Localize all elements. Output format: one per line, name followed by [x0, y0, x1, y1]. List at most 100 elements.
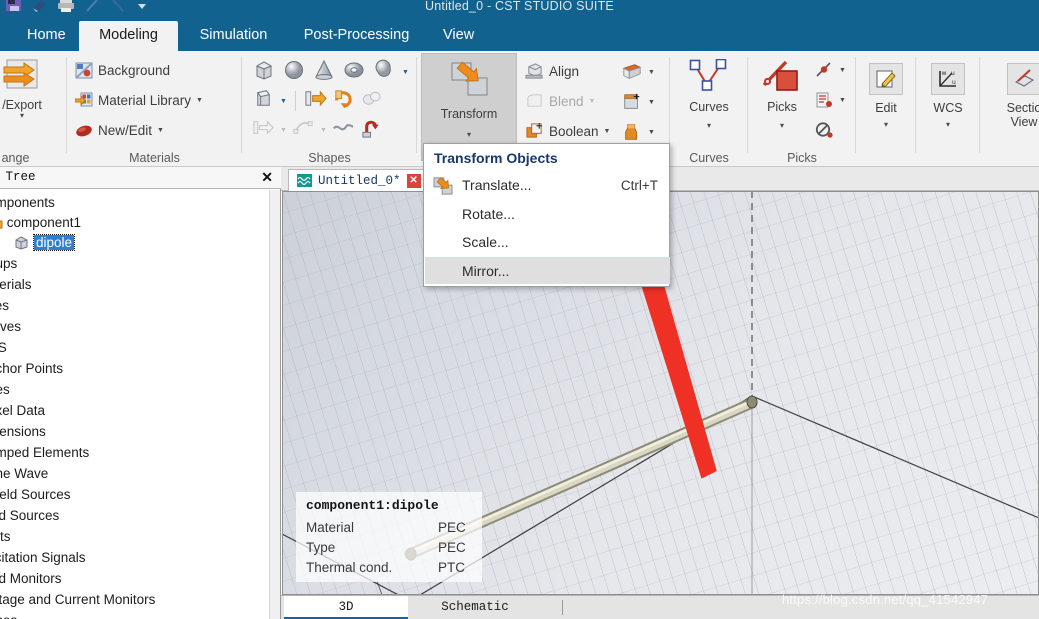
extrude-icon[interactable]: [304, 87, 327, 115]
picks-button[interactable]: Picks ▾: [752, 59, 812, 130]
tree-item-excitation-signals[interactable]: xcitation Signals: [0, 548, 86, 568]
new-edit-material-label: New/Edit: [98, 123, 153, 138]
tree-item-curves[interactable]: urves: [0, 317, 21, 337]
boolean-caret-icon[interactable]: ▼: [604, 128, 611, 135]
tree-item-lumped-elements[interactable]: umped Elements: [0, 443, 89, 463]
bend-icon[interactable]: [360, 116, 383, 144]
picks-caret-icon[interactable]: ▾: [752, 122, 812, 130]
curves-caret-icon[interactable]: ▾: [678, 122, 740, 130]
blend-icon: [525, 92, 544, 110]
close-icon[interactable]: ✕: [406, 173, 421, 188]
import-export-caret-icon[interactable]: ▾: [0, 112, 62, 120]
torus-icon[interactable]: [342, 58, 366, 87]
cylinder-caret-icon[interactable]: ▼: [280, 98, 287, 105]
solid-icon: [13, 235, 30, 256]
edit-caret-icon[interactable]: ▾: [862, 121, 910, 129]
tab-modeling[interactable]: Modeling: [79, 21, 178, 51]
tree-item-ports[interactable]: orts: [0, 527, 11, 547]
tree-item-component1[interactable]: component1: [0, 213, 81, 233]
document-tab-label: Untitled_0*: [318, 173, 401, 188]
background-label: Background: [98, 63, 171, 78]
close-icon[interactable]: ✕: [261, 169, 273, 185]
tree-item-farfield-sources[interactable]: rfield Sources: [0, 485, 71, 505]
loft-icon[interactable]: [360, 87, 383, 115]
local-modification-button[interactable]: ▼: [621, 92, 655, 112]
local-modification-caret-icon[interactable]: ▼: [648, 99, 655, 106]
tree-item-groups[interactable]: oups: [0, 254, 17, 274]
title-bar: Untitled_0 - CST STUDIO SUITE: [0, 0, 1039, 18]
wcs-caret-icon[interactable]: ▾: [922, 121, 974, 129]
tree-item-field-monitors[interactable]: eld Monitors: [0, 569, 62, 589]
tree-item-components[interactable]: omponents: [0, 193, 55, 213]
new-edit-caret-icon[interactable]: ▼: [157, 127, 164, 134]
transform-label: Transform: [440, 107, 498, 121]
tree-item-plane-wave[interactable]: ane Wave: [0, 464, 48, 484]
tree-item-probes[interactable]: obes: [0, 611, 17, 619]
tab-post-processing[interactable]: Post-Processing: [288, 21, 425, 51]
tree-item-field-sources[interactable]: eld Sources: [0, 506, 59, 526]
pick-lists-button[interactable]: ▼: [814, 91, 846, 109]
material-library-caret-icon[interactable]: ▼: [196, 97, 203, 104]
menu-item-scale[interactable]: Scale...: [425, 229, 670, 256]
document-tab-untitled[interactable]: Untitled_0* ✕: [288, 169, 430, 191]
tree-item-faces[interactable]: ces: [0, 296, 9, 316]
tab-home[interactable]: Home: [14, 21, 74, 51]
pick-point-button[interactable]: ▼: [814, 61, 846, 79]
brick-icon[interactable]: [252, 58, 276, 87]
tree-item-voxel-data[interactable]: oxel Data: [0, 401, 45, 421]
shape-tools-button[interactable]: ▼: [621, 62, 655, 82]
curves-button[interactable]: Curves ▾: [678, 59, 740, 130]
menu-item-translate[interactable]: Translate... Ctrl+T: [425, 172, 670, 199]
cone-icon[interactable]: [312, 58, 336, 87]
tab-3d[interactable]: 3D: [284, 596, 408, 619]
wire-icon[interactable]: [332, 116, 355, 144]
object-info-tooltip: component1:dipole Material PEC Type PEC Th…: [296, 492, 482, 582]
svg-text:u: u: [951, 70, 955, 77]
tree-item-wcs[interactable]: CS: [0, 338, 7, 358]
menu-item-rotate[interactable]: Rotate...: [425, 201, 670, 228]
sphere-icon[interactable]: [282, 58, 306, 87]
tree-item-dimensions[interactable]: mensions: [0, 422, 46, 442]
wcs-button[interactable]: wuu WCS ▾: [922, 63, 974, 129]
cylinder-icon[interactable]: [252, 87, 275, 115]
pick-lists-caret-icon[interactable]: ▼: [839, 97, 846, 104]
ribbon-tab-strip: Home Modeling Simulation Post-Processing…: [0, 18, 1039, 51]
material-library-button[interactable]: Material Library ▼: [75, 92, 203, 109]
rotate-shape-icon[interactable]: [332, 87, 355, 115]
boolean-button[interactable]: Boolean ▼: [525, 122, 610, 140]
clear-picks-button[interactable]: [814, 121, 834, 139]
trace-caret-icon: ▼: [319, 126, 327, 134]
edit-button[interactable]: Edit ▾: [862, 63, 910, 129]
tab-schematic[interactable]: Schematic: [408, 596, 542, 619]
shape-tools-caret-icon[interactable]: ▼: [648, 69, 655, 76]
menu-item-mirror-label: Mirror...: [462, 263, 510, 279]
transform-menu-title: Transform Objects: [434, 150, 558, 166]
navigation-tree-scrollbar[interactable]: [269, 190, 280, 619]
material-assign-caret-icon[interactable]: ▼: [648, 129, 655, 136]
tab-simulation[interactable]: Simulation: [184, 21, 283, 51]
pick-lists-icon: [814, 91, 834, 109]
pick-point-caret-icon[interactable]: ▼: [839, 67, 846, 74]
new-edit-material-button[interactable]: New/Edit ▼: [75, 122, 164, 139]
tab-view[interactable]: View: [430, 21, 485, 51]
tooltip-title: component1:dipole: [306, 498, 439, 513]
tree-item-anchor-points[interactable]: nchor Points: [0, 359, 63, 379]
material-assign-button[interactable]: ▼: [621, 122, 655, 142]
tree-item-materials[interactable]: aterials: [0, 275, 32, 295]
ellipsoid-icon[interactable]: [372, 58, 396, 87]
svg-text:w: w: [942, 70, 947, 77]
transform-caret-icon[interactable]: ▾: [422, 131, 516, 139]
tree-item-dipole[interactable]: ⋯ dipole: [0, 233, 76, 256]
align-button[interactable]: Align: [525, 62, 579, 80]
import-export-label: /Export: [2, 98, 42, 112]
shapes-more-caret-icon[interactable]: ▼: [402, 69, 409, 76]
sectional-view-button[interactable]: Sectio View: [994, 63, 1039, 129]
tree-item-voltage-current-monitors[interactable]: oltage and Current Monitors: [0, 590, 155, 610]
menu-item-rotate-label: Rotate...: [462, 206, 515, 222]
background-button[interactable]: Background: [75, 62, 170, 79]
import-export-button[interactable]: /Export ▾: [0, 57, 62, 120]
tree-item-wires[interactable]: ires: [0, 380, 10, 400]
menu-item-mirror[interactable]: Mirror...: [425, 257, 670, 284]
tooltip-row-thermal-cond: Thermal cond. PTC: [306, 560, 465, 575]
picks-label: Picks: [767, 100, 797, 114]
